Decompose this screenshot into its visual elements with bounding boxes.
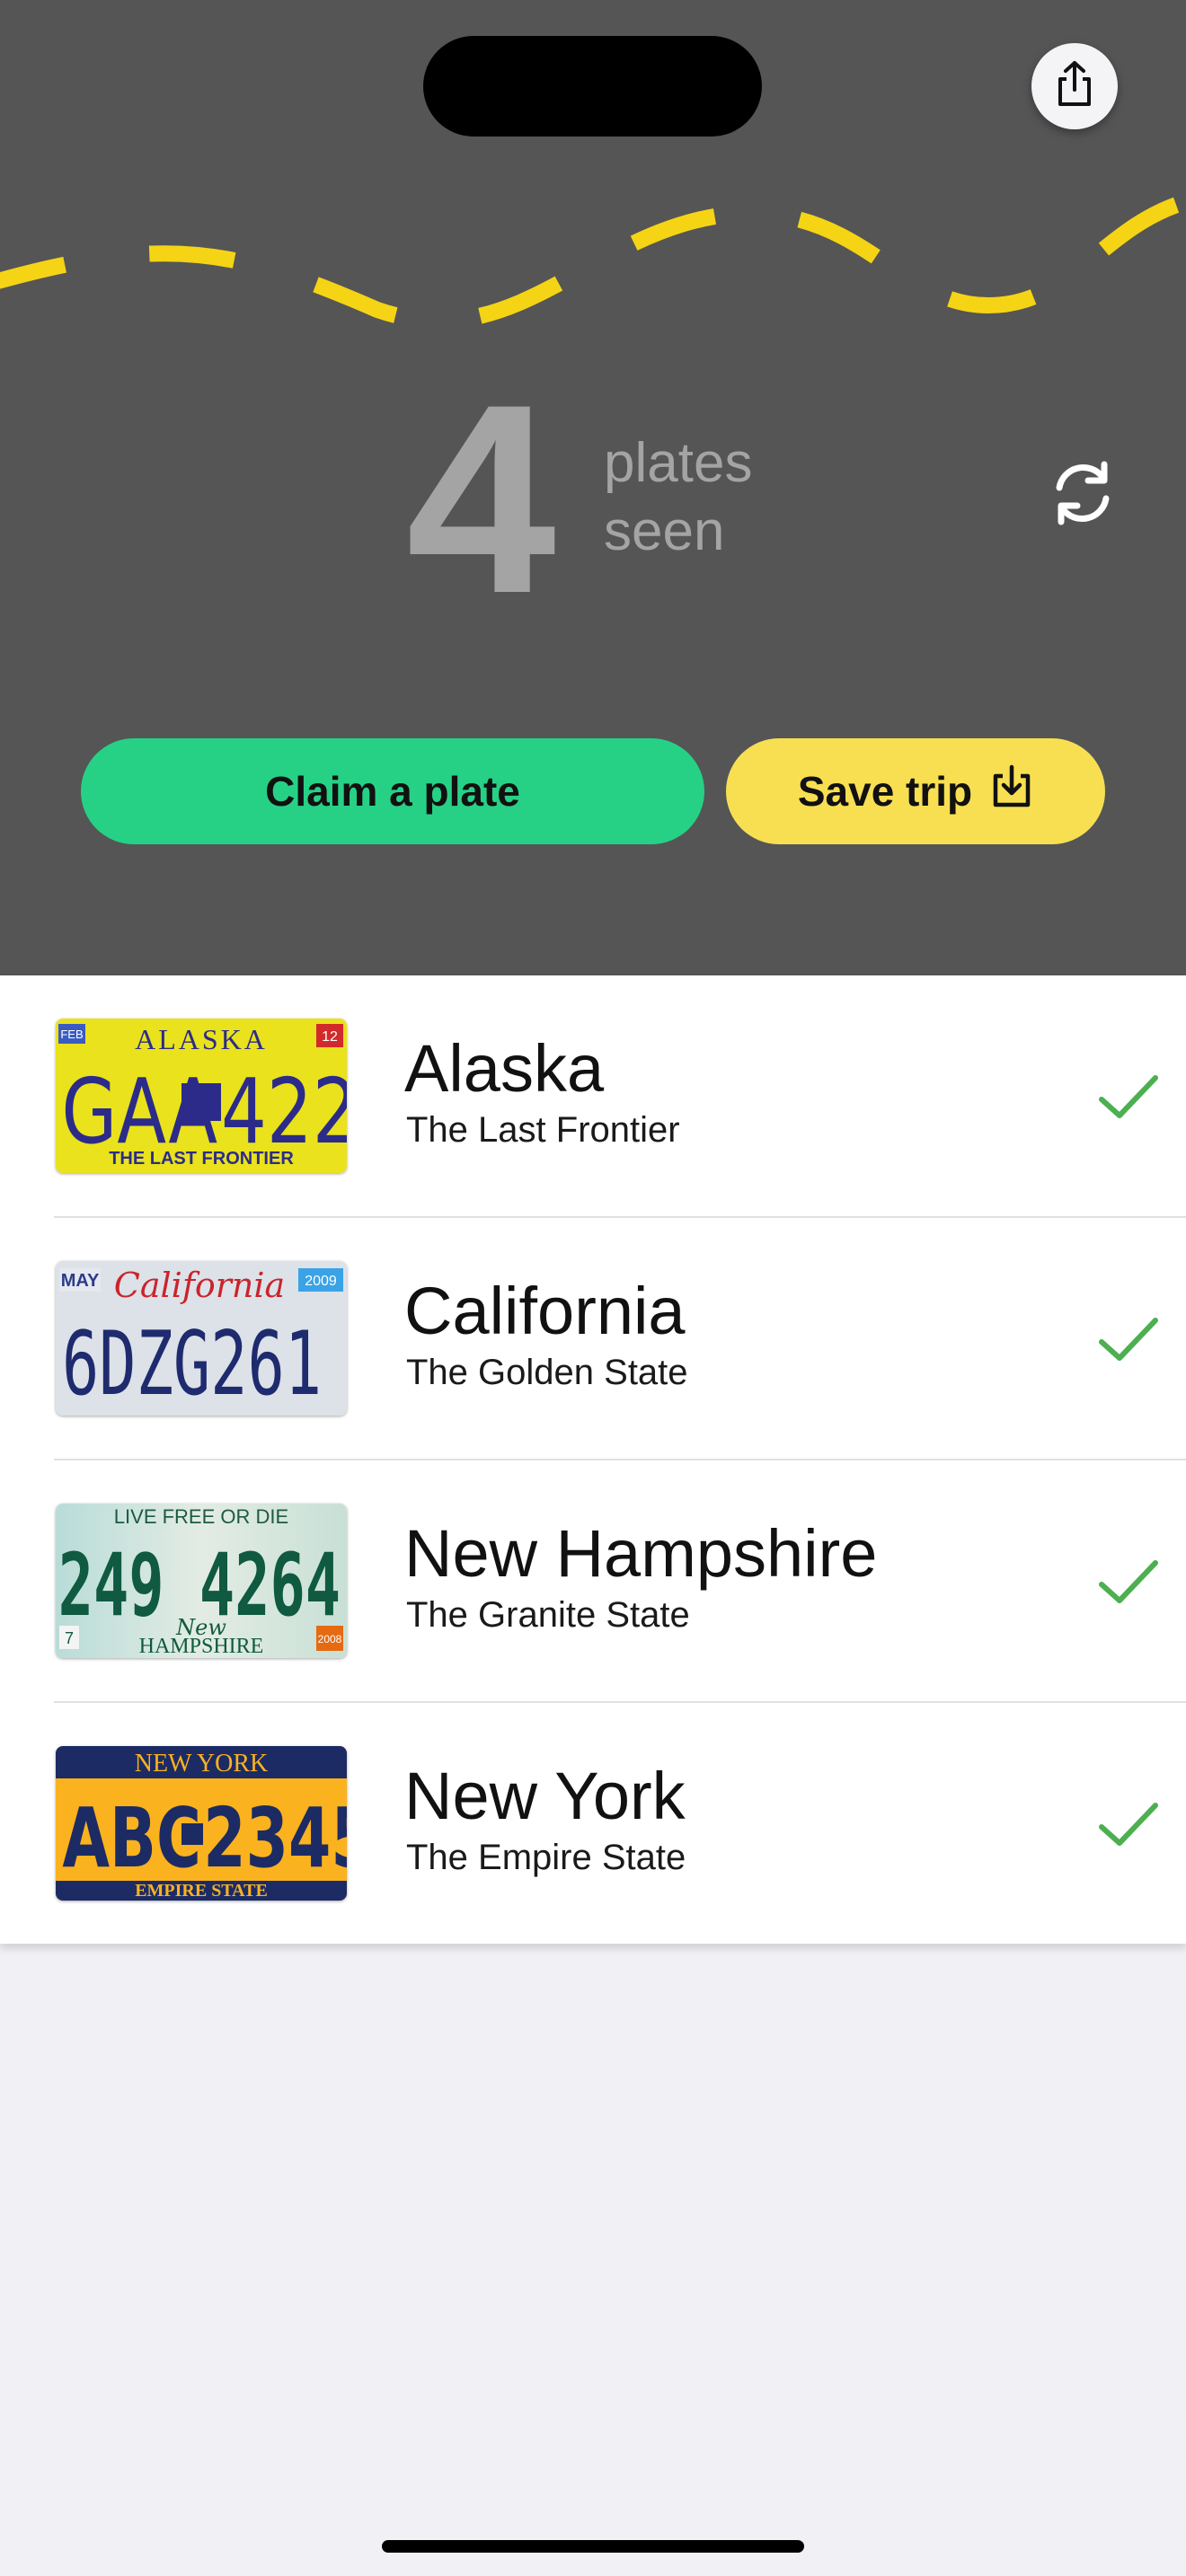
state-name: New York bbox=[404, 1759, 686, 1833]
plate-top-text: California bbox=[114, 1266, 285, 1305]
alaska-plate-image: FEB 12 ALASKA GAA 422 THE LAST FRONTIER bbox=[56, 1019, 347, 1173]
count-label-line-1: plates bbox=[604, 432, 753, 494]
download-tray-icon bbox=[990, 763, 1033, 820]
plate-bottom-text: EMPIRE STATE bbox=[135, 1881, 268, 1901]
checkmark-icon bbox=[1099, 1075, 1158, 1118]
plate-bottom-text: THE LAST FRONTIER bbox=[109, 1149, 294, 1169]
new-hampshire-plate-image: LIVE FREE OR DIE 249 4264 7 New HAMPSHIR… bbox=[56, 1504, 347, 1658]
count-label-line-2: seen bbox=[604, 500, 725, 562]
plates-list: FEB 12 ALASKA GAA 422 THE LAST FRONTIER … bbox=[0, 975, 1186, 1944]
plate-top-text: NEW YORK bbox=[135, 1750, 269, 1778]
share-icon bbox=[1052, 59, 1097, 114]
state-name: New Hampshire bbox=[404, 1516, 878, 1591]
plate-number: 6DZG261 bbox=[62, 1311, 322, 1415]
state-name: California bbox=[404, 1274, 686, 1348]
trip-header: 4 plates seen Claim a plate Save trip bbox=[0, 0, 1186, 975]
list-item[interactable]: FEB 12 ALASKA GAA 422 THE LAST FRONTIER … bbox=[0, 975, 1186, 1218]
list-item[interactable]: NEW YORK ABC 2345 EMPIRE STATE New York … bbox=[0, 1703, 1186, 1945]
list-item[interactable]: LIVE FREE OR DIE 249 4264 7 New HAMPSHIR… bbox=[0, 1460, 1186, 1703]
list-item[interactable]: MAY 2009 California 6DZG261 California T… bbox=[0, 1218, 1186, 1460]
plate-month: MAY bbox=[61, 1271, 100, 1291]
plate-number-a: ABC bbox=[62, 1791, 201, 1887]
plate-bottom-text: HAMPSHIRE bbox=[139, 1635, 264, 1658]
refresh-icon bbox=[1047, 457, 1119, 534]
california-plate-image: MAY 2009 California 6DZG261 bbox=[56, 1261, 347, 1416]
refresh-button[interactable] bbox=[1044, 456, 1121, 534]
save-trip-label: Save trip bbox=[797, 768, 973, 815]
plate-number-b: 2345 bbox=[203, 1791, 347, 1887]
state-nickname: The Empire State bbox=[406, 1838, 686, 1877]
save-trip-button[interactable]: Save trip bbox=[726, 738, 1105, 844]
state-nickname: The Golden State bbox=[406, 1353, 688, 1392]
checkmark-icon bbox=[1099, 1560, 1158, 1603]
checkmark-icon bbox=[1099, 1318, 1158, 1361]
plate-year: 12 bbox=[322, 1029, 338, 1045]
plates-count: 4 bbox=[406, 348, 556, 649]
state-name: Alaska bbox=[404, 1031, 605, 1106]
checkmark-icon bbox=[1099, 1803, 1158, 1846]
state-nickname: The Last Frontier bbox=[406, 1110, 680, 1150]
dynamic-island bbox=[423, 36, 762, 137]
plate-top-text: LIVE FREE OR DIE bbox=[114, 1505, 288, 1528]
plate-month: FEB bbox=[60, 1028, 83, 1041]
state-nickname: The Granite State bbox=[406, 1595, 690, 1635]
share-button[interactable] bbox=[1031, 43, 1118, 129]
claim-plate-button[interactable]: Claim a plate bbox=[81, 738, 704, 844]
road-dashes-decoration bbox=[0, 193, 1186, 329]
plate-year: 2008 bbox=[318, 1633, 342, 1645]
new-york-plate-image: NEW YORK ABC 2345 EMPIRE STATE bbox=[56, 1746, 347, 1901]
claim-plate-label: Claim a plate bbox=[265, 768, 520, 815]
plates-count-label: plates seen bbox=[604, 429, 801, 566]
plate-year: 2009 bbox=[305, 1274, 337, 1289]
home-indicator[interactable] bbox=[382, 2540, 804, 2553]
plate-top-text: ALASKA bbox=[135, 1023, 268, 1055]
plate-month: 7 bbox=[65, 1629, 74, 1647]
